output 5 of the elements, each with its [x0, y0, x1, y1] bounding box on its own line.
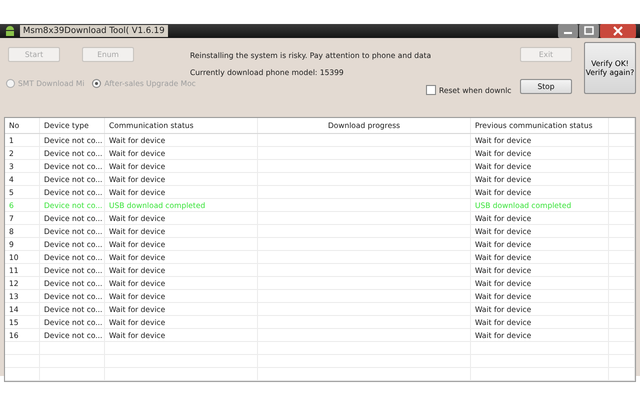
minimize-icon[interactable] — [558, 24, 578, 38]
window-title: Msm8x39Download Tool( V1.6.19 — [20, 25, 168, 37]
android-icon — [4, 24, 16, 38]
maximize-icon[interactable] — [579, 24, 599, 38]
close-icon[interactable] — [600, 24, 636, 38]
